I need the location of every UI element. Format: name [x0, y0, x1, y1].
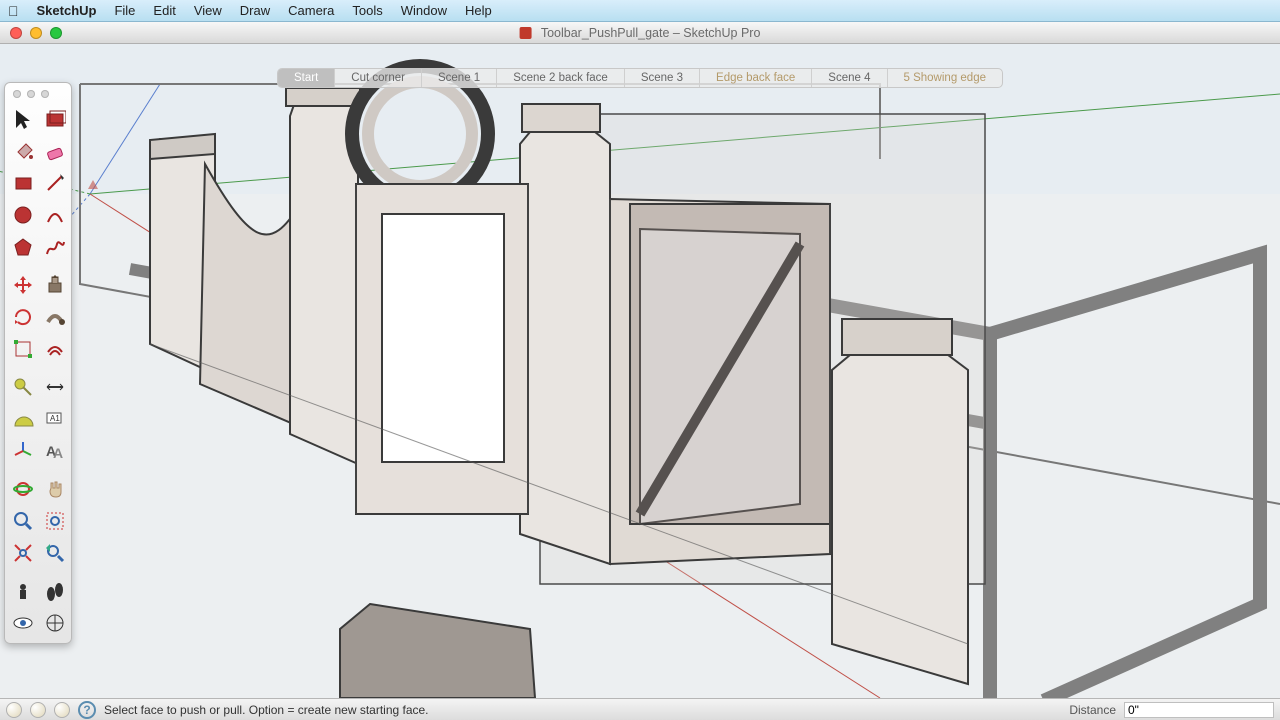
zoom-extents-tool[interactable] — [8, 538, 38, 568]
menu-camera[interactable]: Camera — [288, 3, 334, 18]
model-viewport[interactable] — [0, 44, 1280, 698]
zoom-window-tool[interactable] — [40, 506, 70, 536]
scene-tab-start[interactable]: Start — [278, 69, 335, 87]
arc-tool[interactable] — [40, 200, 70, 230]
menu-tools[interactable]: Tools — [352, 3, 382, 18]
vcb-label: Distance — [1069, 703, 1116, 717]
scene-tab-3[interactable]: Scene 2 back face — [497, 69, 625, 87]
apple-menu-icon[interactable]:  — [8, 3, 19, 19]
orbit-tool[interactable] — [8, 474, 38, 504]
palette-close-icon[interactable] — [13, 90, 21, 98]
signin-icon[interactable] — [54, 702, 70, 718]
freehand-tool[interactable] — [40, 232, 70, 262]
menu-view[interactable]: View — [194, 3, 222, 18]
palette-titlebar[interactable] — [7, 87, 69, 101]
menu-file[interactable]: File — [114, 3, 135, 18]
menu-help[interactable]: Help — [465, 3, 492, 18]
mac-menubar:  SketchUp File Edit View Draw Camera To… — [0, 0, 1280, 22]
text-tool[interactable]: A1 — [40, 404, 70, 434]
window-title: Toolbar_PushPull_gate – SketchUp Pro — [520, 26, 761, 40]
scene-tabs: Start Cut corner Scene 1 Scene 2 back fa… — [277, 68, 1003, 88]
menu-draw[interactable]: Draw — [240, 3, 270, 18]
measurements-input[interactable] — [1124, 702, 1274, 718]
zoom-window-button[interactable] — [50, 27, 62, 39]
window-controls — [0, 27, 62, 39]
window-titlebar: Toolbar_PushPull_gate – SketchUp Pro — [0, 22, 1280, 44]
circle-tool[interactable] — [8, 200, 38, 230]
zoom-tool[interactable] — [8, 506, 38, 536]
credits-icon[interactable] — [30, 702, 46, 718]
look-around-tool[interactable] — [8, 608, 38, 638]
window-title-text: Toolbar_PushPull_gate – SketchUp Pro — [541, 26, 761, 40]
move-tool[interactable] — [8, 270, 38, 300]
previous-view-tool[interactable] — [40, 538, 70, 568]
polygon-tool[interactable] — [8, 232, 38, 262]
menu-edit[interactable]: Edit — [153, 3, 175, 18]
dimension-tool[interactable] — [40, 372, 70, 402]
pan-tool[interactable] — [40, 474, 70, 504]
offset-tool[interactable] — [40, 334, 70, 364]
3d-text-tool[interactable]: AA — [40, 436, 70, 466]
app-menu[interactable]: SketchUp — [37, 3, 97, 18]
paint-bucket-tool[interactable] — [8, 136, 38, 166]
push-pull-tool[interactable] — [40, 270, 70, 300]
scene-tab-1[interactable]: Cut corner — [335, 69, 422, 87]
document-icon — [520, 27, 532, 39]
workspace: Start Cut corner Scene 1 Scene 2 back fa… — [0, 44, 1280, 698]
section-plane-tool[interactable] — [40, 608, 70, 638]
close-window-button[interactable] — [10, 27, 22, 39]
scene-tab-6[interactable]: Scene 4 — [812, 69, 887, 87]
rectangle-tool[interactable] — [8, 168, 38, 198]
scene-tab-2[interactable]: Scene 1 — [422, 69, 497, 87]
axes-tool[interactable] — [8, 436, 38, 466]
svg-text:A1: A1 — [50, 414, 60, 423]
geolocation-icon[interactable] — [6, 702, 22, 718]
palette-zoom-icon[interactable] — [41, 90, 49, 98]
status-hint: Select face to push or pull. Option = cr… — [104, 703, 429, 717]
tape-measure-tool[interactable] — [8, 372, 38, 402]
status-bar: ? Select face to push or pull. Option = … — [0, 698, 1280, 720]
make-component-tool[interactable] — [40, 104, 70, 134]
viewport-canvas[interactable] — [0, 44, 1280, 698]
protractor-tool[interactable] — [8, 404, 38, 434]
palette-min-icon[interactable] — [27, 90, 35, 98]
menu-window[interactable]: Window — [401, 3, 447, 18]
scene-tab-7[interactable]: 5 Showing edge — [888, 69, 1002, 87]
walk-tool[interactable] — [40, 576, 70, 606]
tool-palette[interactable]: A1 AA — [4, 82, 72, 644]
svg-text:A: A — [53, 445, 63, 461]
eraser-tool[interactable] — [40, 136, 70, 166]
scene-tab-4[interactable]: Scene 3 — [625, 69, 700, 87]
scale-tool[interactable] — [8, 334, 38, 364]
rotate-tool[interactable] — [8, 302, 38, 332]
line-tool[interactable] — [40, 168, 70, 198]
scene-tab-5[interactable]: Edge back face — [700, 69, 812, 87]
minimize-window-button[interactable] — [30, 27, 42, 39]
follow-me-tool[interactable] — [40, 302, 70, 332]
select-tool[interactable] — [8, 104, 38, 134]
instructor-help-icon[interactable]: ? — [78, 701, 96, 719]
position-camera-tool[interactable] — [8, 576, 38, 606]
